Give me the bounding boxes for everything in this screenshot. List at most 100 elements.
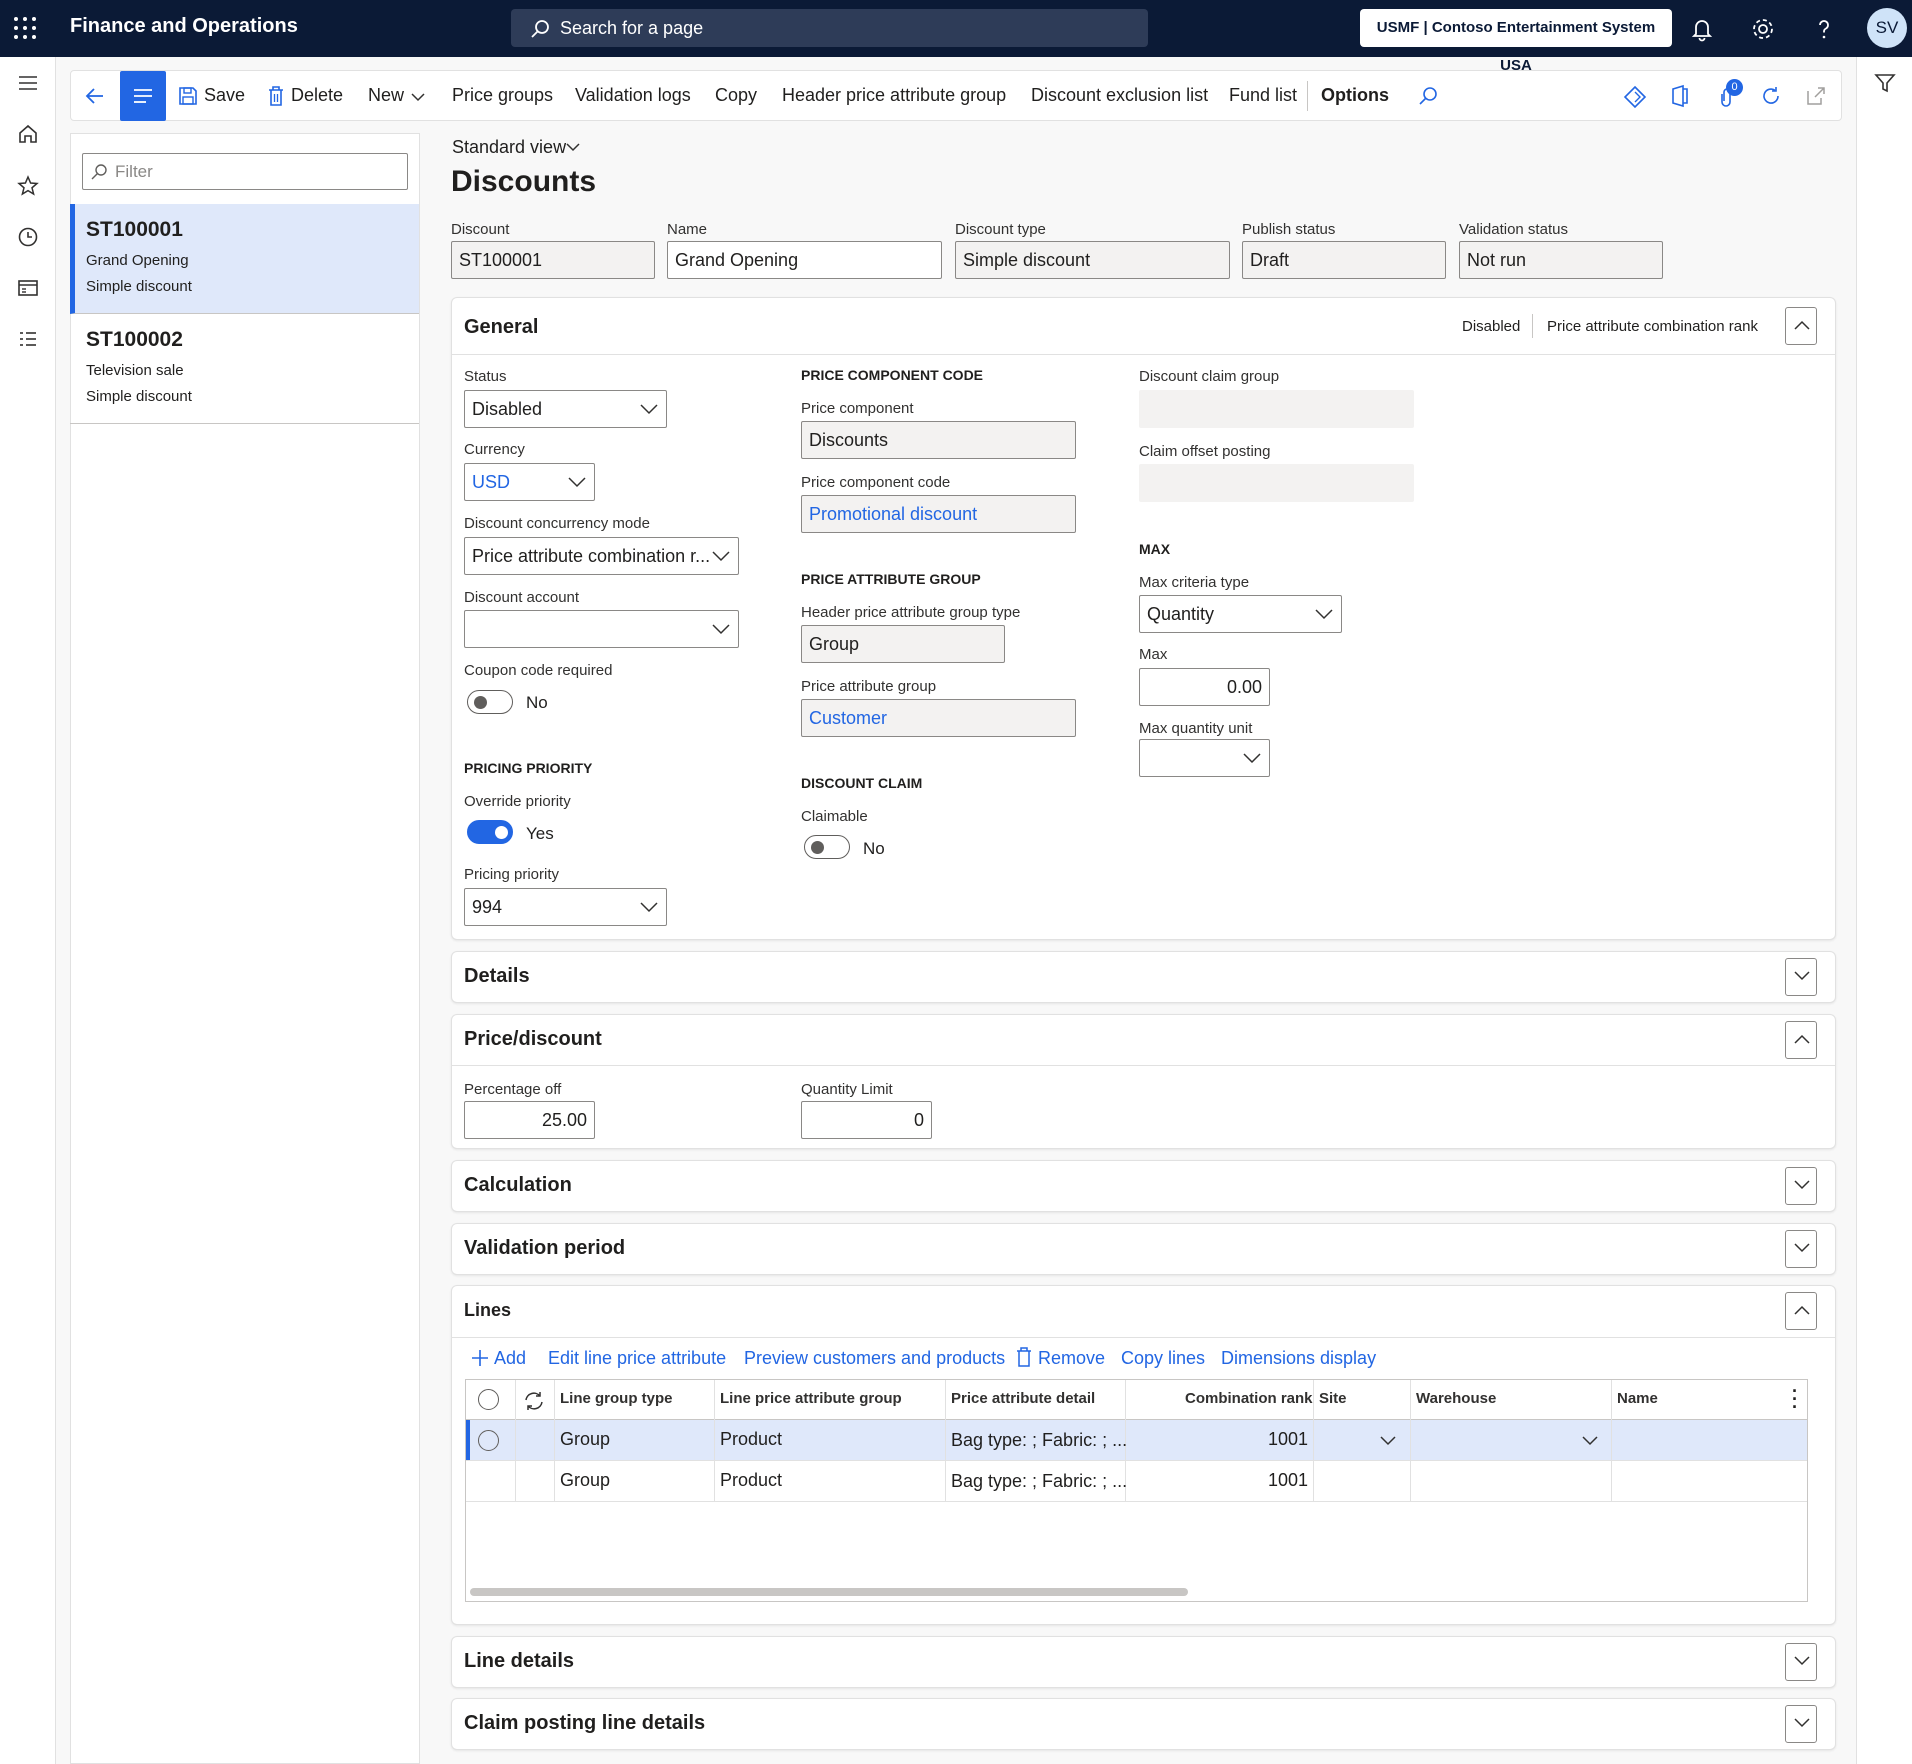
- col-line-price-attribute-group[interactable]: Line price attribute group: [720, 1390, 902, 1407]
- header-pag-type-field[interactable]: Group: [801, 625, 1005, 663]
- select-all-checkbox[interactable]: [478, 1389, 499, 1410]
- section-title[interactable]: Claim posting line details: [464, 1712, 705, 1735]
- power-apps-icon[interactable]: [1623, 85, 1647, 109]
- star-icon[interactable]: [14, 172, 42, 200]
- view-selector[interactable]: Standard view: [452, 137, 566, 158]
- line-details-section[interactable]: Line details: [451, 1636, 1836, 1688]
- page-search[interactable]: Search for a page: [511, 9, 1148, 47]
- expand-button[interactable]: [1785, 1167, 1817, 1205]
- refresh-icon[interactable]: [1759, 84, 1783, 108]
- clock-icon[interactable]: [14, 223, 42, 251]
- price-component-code-field[interactable]: Promotional discount: [801, 495, 1076, 533]
- section-title[interactable]: Line details: [464, 1650, 574, 1673]
- section-title[interactable]: Lines: [464, 1300, 511, 1321]
- filter-icon[interactable]: [1871, 69, 1899, 97]
- section-title[interactable]: General: [464, 316, 538, 339]
- section-title[interactable]: Details: [464, 965, 530, 988]
- pricing-priority-dropdown[interactable]: 994: [464, 888, 667, 926]
- gear-icon[interactable]: [1749, 15, 1777, 43]
- max-quantity-unit-dropdown[interactable]: [1139, 739, 1270, 777]
- max-field[interactable]: 0.00: [1139, 668, 1270, 706]
- expand-button[interactable]: [1785, 958, 1817, 996]
- validation-status-field[interactable]: Not run: [1459, 241, 1663, 279]
- row-checkbox[interactable]: [478, 1430, 499, 1451]
- company-picker[interactable]: USMF | Contoso Entertainment System USA: [1360, 9, 1672, 74]
- discount-account-dropdown[interactable]: [464, 610, 739, 648]
- show-list-button[interactable]: [120, 71, 166, 121]
- header-price-attribute-group-button[interactable]: Header price attribute group: [782, 85, 1006, 106]
- more-options-icon[interactable]: · · ·: [1792, 1382, 1798, 1416]
- cell-combination-rank[interactable]: 1001: [1268, 1470, 1308, 1491]
- calculation-section[interactable]: Calculation: [451, 1160, 1836, 1212]
- collapse-button[interactable]: [1785, 1292, 1817, 1330]
- list-item[interactable]: ST100002 Television sale Simple discount: [70, 314, 419, 424]
- price-component-field[interactable]: Discounts: [801, 421, 1076, 459]
- options-tab[interactable]: Options: [1321, 85, 1389, 106]
- override-toggle[interactable]: [467, 820, 513, 844]
- expand-button[interactable]: [1785, 1643, 1817, 1681]
- list-filter-input[interactable]: Filter: [82, 153, 408, 190]
- user-avatar[interactable]: SV: [1867, 8, 1907, 48]
- workspace-icon[interactable]: [14, 274, 42, 302]
- add-line-button[interactable]: Add: [494, 1348, 526, 1369]
- horizontal-scrollbar[interactable]: [470, 1588, 1188, 1596]
- price-attribute-group-field[interactable]: Customer: [801, 699, 1076, 737]
- collapse-button[interactable]: [1785, 307, 1817, 345]
- save-button[interactable]: Save: [204, 85, 245, 106]
- collapse-button[interactable]: [1785, 1021, 1817, 1059]
- name-field[interactable]: Grand Opening: [667, 241, 942, 279]
- cell-combination-rank[interactable]: 1001: [1268, 1429, 1308, 1450]
- cell-line-group-type[interactable]: Group: [560, 1429, 610, 1450]
- section-title[interactable]: Calculation: [464, 1174, 572, 1197]
- office-icon[interactable]: [1669, 84, 1691, 108]
- price-groups-button[interactable]: Price groups: [452, 85, 553, 106]
- remove-line-button[interactable]: Remove: [1038, 1348, 1105, 1369]
- percentage-off-field[interactable]: 25.00: [464, 1101, 595, 1139]
- section-title[interactable]: Validation period: [464, 1237, 625, 1260]
- status-dropdown[interactable]: Disabled: [464, 390, 667, 428]
- validation-logs-button[interactable]: Validation logs: [575, 85, 691, 106]
- col-combination-rank[interactable]: Combination rank: [1185, 1390, 1313, 1407]
- expand-button[interactable]: [1785, 1705, 1817, 1743]
- home-icon[interactable]: [14, 120, 42, 148]
- details-section[interactable]: Details: [451, 951, 1836, 1003]
- discount-field[interactable]: ST100001: [451, 241, 655, 279]
- currency-dropdown[interactable]: USD: [464, 463, 595, 501]
- app-launcher-icon[interactable]: [14, 17, 36, 39]
- discount-exclusion-list-button[interactable]: Discount exclusion list: [1031, 85, 1208, 106]
- cell-price-attribute-detail[interactable]: Bag type: ; Fabric: ; ...: [951, 1430, 1127, 1451]
- publish-status-field[interactable]: Draft: [1242, 241, 1446, 279]
- validation-period-section[interactable]: Validation period: [451, 1223, 1836, 1275]
- col-price-attribute-detail[interactable]: Price attribute detail: [951, 1390, 1095, 1407]
- preview-customers-products-button[interactable]: Preview customers and products: [744, 1348, 1005, 1369]
- col-warehouse[interactable]: Warehouse: [1416, 1390, 1496, 1407]
- delete-button[interactable]: Delete: [291, 85, 343, 106]
- chevron-down-icon[interactable]: [1582, 1435, 1598, 1446]
- expand-button[interactable]: [1785, 1230, 1817, 1268]
- help-icon[interactable]: [1810, 15, 1838, 43]
- copy-lines-button[interactable]: Copy lines: [1121, 1348, 1205, 1369]
- search-icon[interactable]: [1417, 85, 1439, 107]
- dimensions-display-button[interactable]: Dimensions display: [1221, 1348, 1376, 1369]
- cell-line-price-attribute-group[interactable]: Product: [720, 1470, 782, 1491]
- discount-type-field[interactable]: Simple discount: [955, 241, 1230, 279]
- modules-list-icon[interactable]: [14, 325, 42, 353]
- cell-line-price-attribute-group[interactable]: Product: [720, 1429, 782, 1450]
- list-item[interactable]: ST100001 Grand Opening Simple discount: [70, 204, 419, 314]
- open-new-window-icon[interactable]: [1805, 85, 1827, 107]
- edit-line-price-attribute-button[interactable]: Edit line price attribute: [548, 1348, 726, 1369]
- claimable-toggle[interactable]: [804, 835, 850, 859]
- max-criteria-type-dropdown[interactable]: Quantity: [1139, 595, 1342, 633]
- back-arrow-icon[interactable]: [83, 84, 107, 108]
- section-title[interactable]: Price/discount: [464, 1028, 602, 1051]
- cell-price-attribute-detail[interactable]: Bag type: ; Fabric: ; ...: [951, 1471, 1127, 1492]
- coupon-toggle[interactable]: [467, 690, 513, 714]
- new-button[interactable]: New: [368, 85, 404, 106]
- hamburger-icon[interactable]: [14, 69, 42, 97]
- col-site[interactable]: Site: [1319, 1390, 1347, 1407]
- copy-button[interactable]: Copy: [715, 85, 757, 106]
- concurrency-dropdown[interactable]: Price attribute combination r...: [464, 537, 739, 575]
- col-name[interactable]: Name: [1617, 1390, 1658, 1407]
- claim-posting-section[interactable]: Claim posting line details: [451, 1698, 1836, 1750]
- quantity-limit-field[interactable]: 0: [801, 1101, 932, 1139]
